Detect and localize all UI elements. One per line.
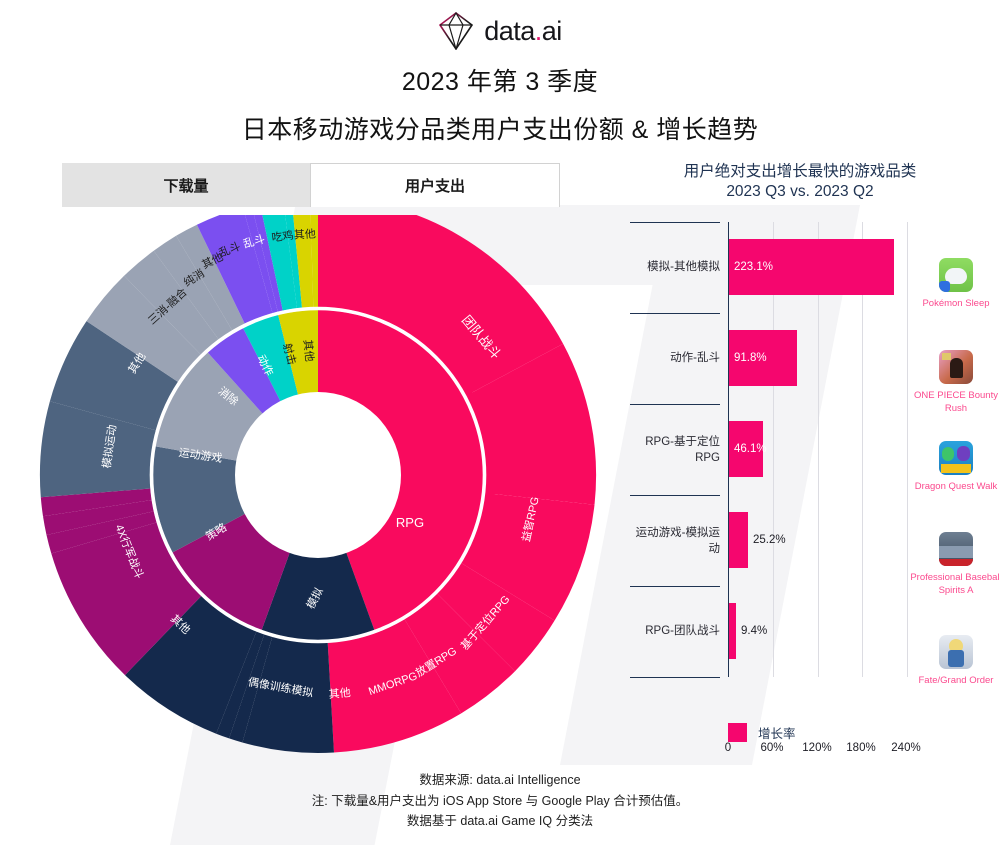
xtick-4: 240% [891,742,921,754]
app-name: Professional Baseball Spirits A [910,572,1000,596]
app-name: Dragon Quest Walk [914,481,998,492]
professional-baseball-spirits-a-icon [939,532,973,566]
tab-downloads[interactable]: 下载量 [62,163,310,207]
growth-panel-subtitle: 2023 Q3 vs. 2023 Q2 [726,183,874,201]
app-name: Pokémon Sleep [922,298,990,309]
label-outer-others: 其他 [293,227,316,241]
app-name: ONE PIECE Bounty Rush [914,390,998,414]
infographic-root: data.ai 2023 年第 3 季度 日本移动游戏分品类用户支出份额 & 增… [0,0,1000,860]
label-inner-rpg: RPG [396,515,424,530]
category-label-4: RPG-团队战斗 [645,625,720,637]
title-line-2: 日本移动游戏分品类用户支出份额 & 增长趋势 [241,116,759,144]
label-inner-others: 其他 [301,339,316,362]
category-label-1: 动作-乱斗 [670,352,720,364]
bar-value-2: 46.1% [734,443,767,455]
list-item[interactable]: Professional Baseball Spirits A [910,532,1000,598]
gridline-240 [906,222,908,677]
category-label-2: RPG-基于定位RPG [645,436,720,464]
label-outer-rpg-others: 其他 [328,686,351,701]
growth-panel: 用户绝对支出增长最快的游戏品类 2023 Q3 vs. 2023 Q2 模拟-其… [600,160,1000,760]
legend-swatch-growth-rate [728,723,747,742]
bar-plot-area: 223.1% 91.8% 46.1% 25.2% 9.4% [728,222,928,677]
chart-legend: 增长率 [728,723,796,742]
bar-value-3: 25.2% [753,534,786,546]
category-label-3: 运动游戏-模拟运动 [635,527,720,555]
legend-label-growth-rate: 增长率 [758,727,796,741]
xtick-3: 180% [846,742,876,754]
bar-4[interactable] [729,603,736,659]
category-label-0: 模拟-其他模拟 [647,261,720,273]
diamond-logo-icon [439,12,474,50]
xtick-1: 60% [760,742,784,754]
growth-panel-title: 用户绝对支出增长最快的游戏品类 [683,163,917,180]
footer-notes: 数据来源: data.ai Intelligence 注: 下载量&用户支出为 … [0,770,1000,832]
footer-source: 数据来源: data.ai Intelligence [419,773,581,787]
one-piece-bounty-rush-icon [939,350,973,384]
app-name: Fate/Grand Order [918,675,994,686]
list-item[interactable]: Fate/Grand Order [910,635,1000,688]
growth-bar-chart: 模拟-其他模拟 动作-乱斗 RPG-基于定位RPG 运动游戏-模拟运动 RPG-… [630,222,930,754]
dragon-quest-walk-icon [939,441,973,475]
brand-logo: data.ai [0,12,1000,50]
footer-note: 注: 下载量&用户支出为 iOS App Store 与 Google Play… [311,793,689,808]
tab-consumer-spend[interactable]: 用户支出 [310,163,560,207]
bar-value-0: 223.1% [734,261,774,273]
title-line-1: 2023 年第 3 季度 [401,68,599,96]
list-item[interactable]: Pokémon Sleep [910,258,1000,311]
xtick-0: 0 [724,742,732,754]
list-item[interactable]: Dragon Quest Walk [910,441,1000,494]
metric-tabs: 下载量 用户支出 [62,163,560,207]
bar-value-1: 91.8% [734,352,767,364]
sunburst-chart: RPG 模拟 策略 运动游戏 消除 动作 射击 其他 团队战斗 益智RPG 基于… [39,215,597,753]
list-item[interactable]: ONE PIECE Bounty Rush [910,350,1000,416]
bar-3[interactable] [729,512,748,568]
pokemon-sleep-icon [939,258,973,292]
xtick-2: 120% [802,742,832,754]
category-axis: 模拟-其他模拟 动作-乱斗 RPG-基于定位RPG 运动游戏-模拟运动 RPG-… [630,222,720,678]
fate-grand-order-icon [939,635,973,669]
page-title: 2023 年第 3 季度 日本移动游戏分品类用户支出份额 & 增长趋势 [0,62,1000,146]
brand-name: data.ai [484,15,562,46]
bar-value-4: 9.4% [741,625,768,637]
footer-taxonomy: 数据基于 data.ai Game IQ 分类法 [406,814,594,829]
value-axis-ticks: 0 60% 120% 180% 240% [690,742,970,760]
